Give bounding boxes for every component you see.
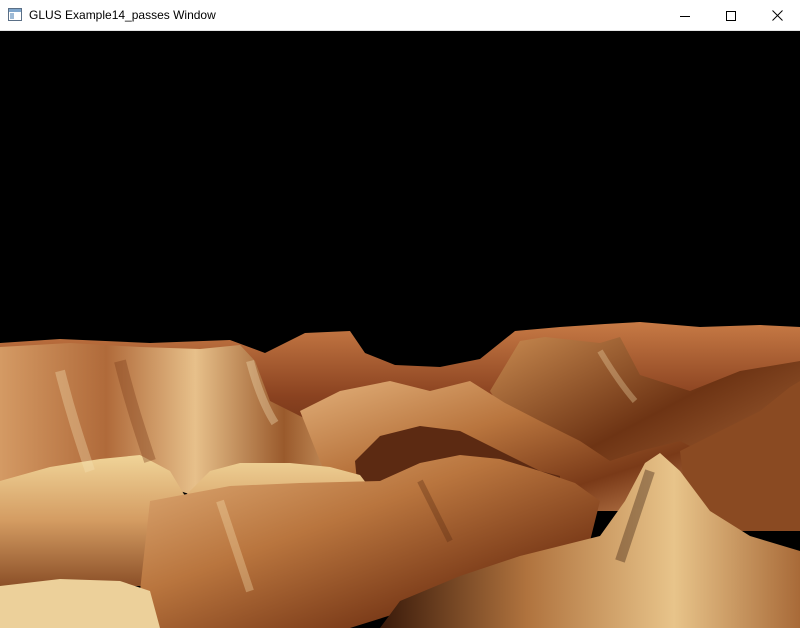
render-viewport[interactable] xyxy=(0,31,800,628)
app-window-icon xyxy=(8,8,22,21)
minimize-button[interactable] xyxy=(662,0,708,31)
terrain-bottom-left-rock xyxy=(0,579,160,628)
minimize-icon xyxy=(680,15,690,17)
terrain-render xyxy=(0,322,800,628)
title-bar[interactable]: GLUS Example14_passes Window xyxy=(0,0,800,31)
close-button[interactable] xyxy=(754,0,800,31)
maximize-button[interactable] xyxy=(708,0,754,31)
maximize-icon xyxy=(726,10,736,21)
application-window: GLUS Example14_passes Window xyxy=(0,0,800,628)
window-title: GLUS Example14_passes Window xyxy=(29,8,216,22)
close-icon xyxy=(771,10,783,21)
